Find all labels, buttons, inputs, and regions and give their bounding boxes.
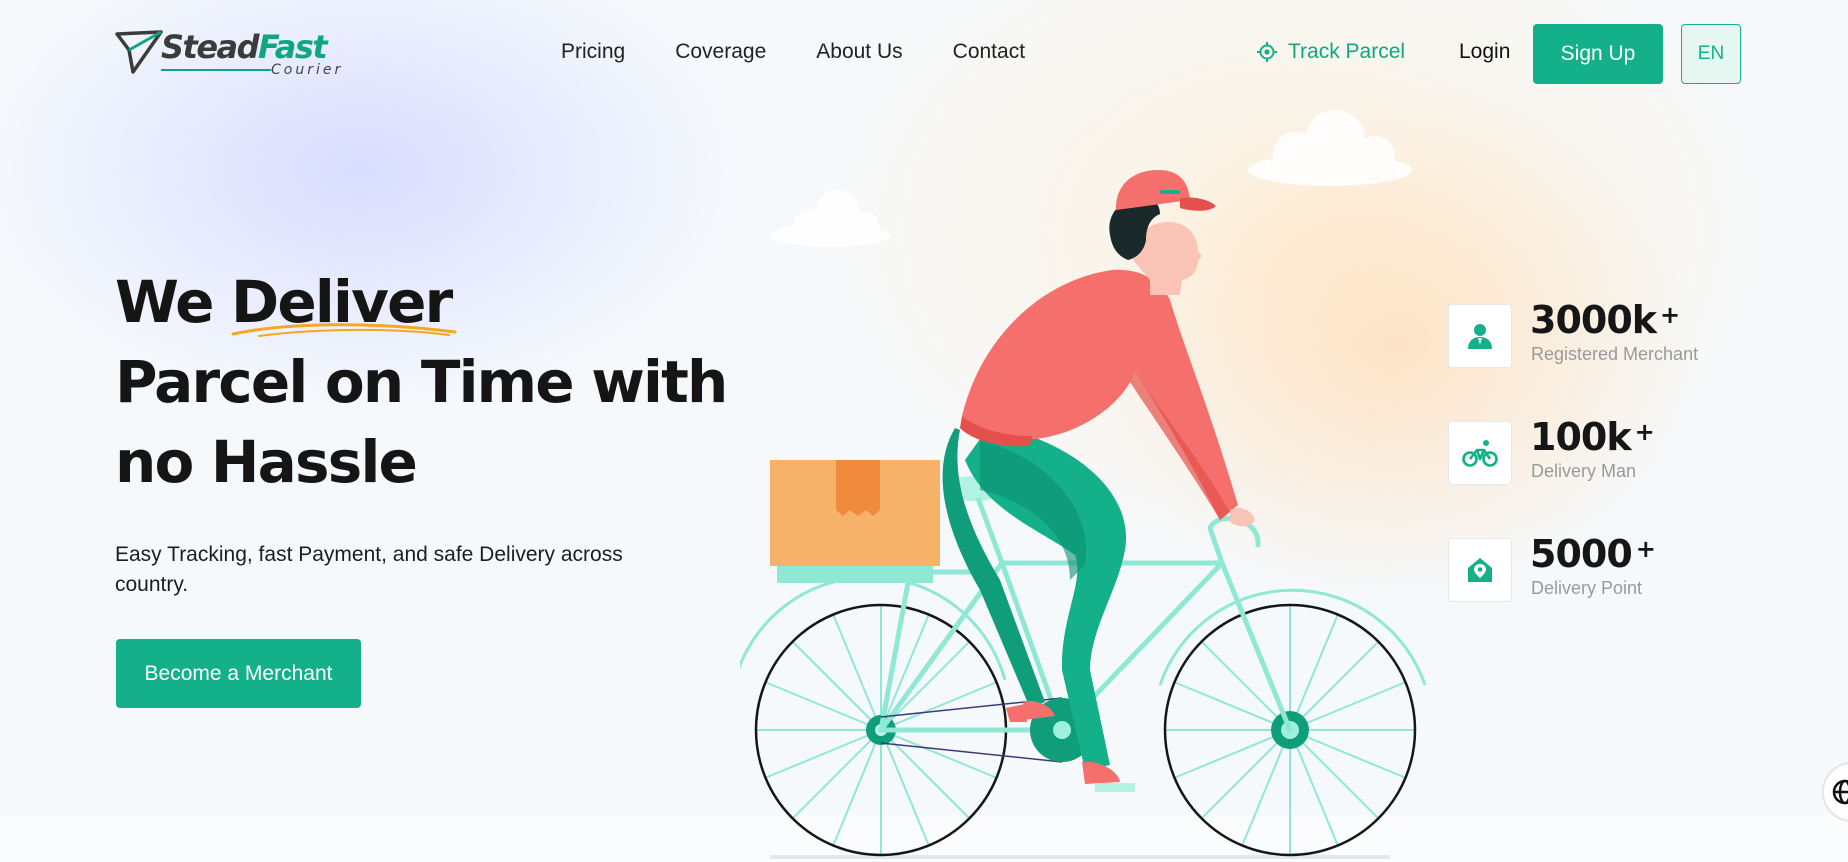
stat-icon-box — [1448, 538, 1512, 602]
nav-about-us[interactable]: About Us — [816, 40, 902, 64]
target-icon — [1257, 42, 1277, 62]
globe-icon — [1832, 779, 1848, 805]
nav-pricing[interactable]: Pricing — [561, 40, 625, 64]
merchant-icon — [1468, 324, 1492, 349]
rider-hand — [1230, 508, 1255, 527]
language-selector[interactable]: EN — [1681, 24, 1741, 84]
stat-icon-box — [1448, 421, 1512, 485]
hero-title-highlight: Deliver — [231, 262, 457, 342]
nav-contact[interactable]: Contact — [953, 40, 1025, 64]
hero-title-rest: Parcel on Time with no Hassle — [115, 348, 728, 496]
nav-coverage[interactable]: Coverage — [675, 40, 766, 64]
logo-wordmark: SteadFast — [161, 28, 328, 66]
logo-underline — [161, 69, 271, 71]
stat-delivery-point: 5000 + Delivery Point — [1448, 532, 1748, 602]
rider-cap — [1116, 170, 1190, 210]
main-nav: Pricing Coverage About Us Contact — [561, 40, 1025, 64]
logo[interactable]: SteadFast Courier — [115, 26, 355, 82]
hero-title-prefix: We — [115, 268, 232, 336]
logo-subtitle: Courier — [271, 62, 344, 78]
delivery-rider-illustration — [740, 110, 1427, 859]
rear-wheel — [740, 575, 1008, 857]
cloud-icon — [770, 190, 890, 247]
stat-label: Delivery Point — [1531, 578, 1643, 598]
floating-widget-button[interactable] — [1822, 762, 1848, 822]
highlight-underline-icon — [231, 323, 457, 337]
signup-button[interactable]: Sign Up — [1533, 24, 1663, 84]
stat-value: 3000k + — [1530, 298, 1680, 342]
stat-registered-merchant: 3000k + Registered Merchant — [1448, 298, 1748, 368]
hero-title: We Deliver Parcel on Time with no Hassle — [115, 262, 755, 502]
stat-value: 5000 + — [1530, 532, 1656, 576]
front-wheel — [1158, 588, 1427, 857]
bicycle-icon — [1462, 440, 1498, 467]
stat-label: Delivery Man — [1531, 461, 1637, 481]
stat-delivery-man: 100k + Delivery Man — [1448, 415, 1748, 485]
rider-shoe — [1082, 761, 1120, 784]
stat-value: 100k + — [1530, 415, 1655, 459]
stat-icon-box — [1448, 304, 1512, 368]
track-parcel-link[interactable]: Track Parcel — [1256, 40, 1405, 64]
paper-plane-logo-icon — [115, 30, 163, 74]
login-link[interactable]: Login — [1459, 40, 1510, 64]
hero-description: Easy Tracking, fast Payment, and safe De… — [115, 543, 623, 596]
track-parcel-label: Track Parcel — [1288, 40, 1406, 63]
location-house-icon — [1468, 558, 1492, 582]
cloud-icon — [1248, 110, 1412, 186]
bike-rack — [777, 565, 933, 583]
stat-label: Registered Merchant — [1531, 344, 1699, 364]
become-merchant-button[interactable]: Become a Merchant — [116, 639, 361, 708]
